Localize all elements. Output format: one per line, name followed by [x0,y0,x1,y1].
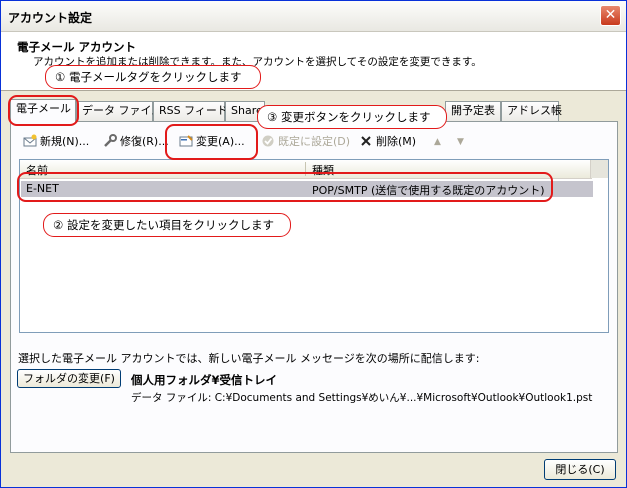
delete-button[interactable]: 削除(M) [359,131,416,153]
tab-address-books[interactable]: アドレス帳 [501,101,562,121]
tab-data-files[interactable]: データ ファイル [76,101,163,121]
change-folder-button[interactable]: フォルダの変更(F) [17,369,121,388]
default-check-icon [262,135,274,147]
highlight-account-row [17,172,553,202]
annotation-step3: ③ 変更ボタンをクリックします [257,105,447,129]
new-account-icon [23,134,37,147]
data-file-path: データ ファイル: C:¥Documents and Settings¥めいん¥… [131,392,593,404]
highlight-email-tab [8,95,79,126]
window-title: アカウント設定 [8,11,93,25]
delivery-description: 選択した電子メール アカウントでは、新しい電子メール メッセージを次の場所に配信… [18,352,480,365]
set-default-button[interactable]: 既定に設定(D) [261,131,350,153]
close-button[interactable]: 閉じる(C) [544,459,616,480]
repair-button-label: 修復(R)... [120,135,169,148]
annotation-step1: ① 電子メールタグをクリックします [45,65,261,89]
move-down-arrow-icon[interactable]: ▼ [457,131,464,153]
header-title: 電子メール アカウント [17,40,137,54]
wrench-icon [104,134,117,147]
repair-button[interactable]: 修復(R)... [103,131,169,153]
account-settings-window: アカウント設定 ✕ 電子メール アカウント アカウントを追加または削除できます。… [0,0,627,488]
title-bar: アカウント設定 ✕ [1,1,626,32]
new-button-label: 新規(N)... [40,135,90,148]
close-icon[interactable]: ✕ [600,5,621,26]
tab-rss-feeds[interactable]: RSS フィード [153,101,228,121]
delete-button-label: 削除(M) [376,135,417,148]
highlight-change-button [165,124,258,160]
new-button[interactable]: 新規(N)... [23,131,89,153]
set-default-button-label: 既定に設定(D) [278,135,351,148]
delivery-folder: 個人用フォルダ¥受信トレイ [131,373,278,387]
delete-x-icon [361,136,371,146]
list-scrollbar[interactable] [590,160,608,178]
annotation-step2: ② 設定を変更したい項目をクリックします [43,213,291,237]
move-up-arrow-icon[interactable]: ▲ [434,131,441,153]
tab-calendars[interactable]: 開予定表 [445,101,501,121]
